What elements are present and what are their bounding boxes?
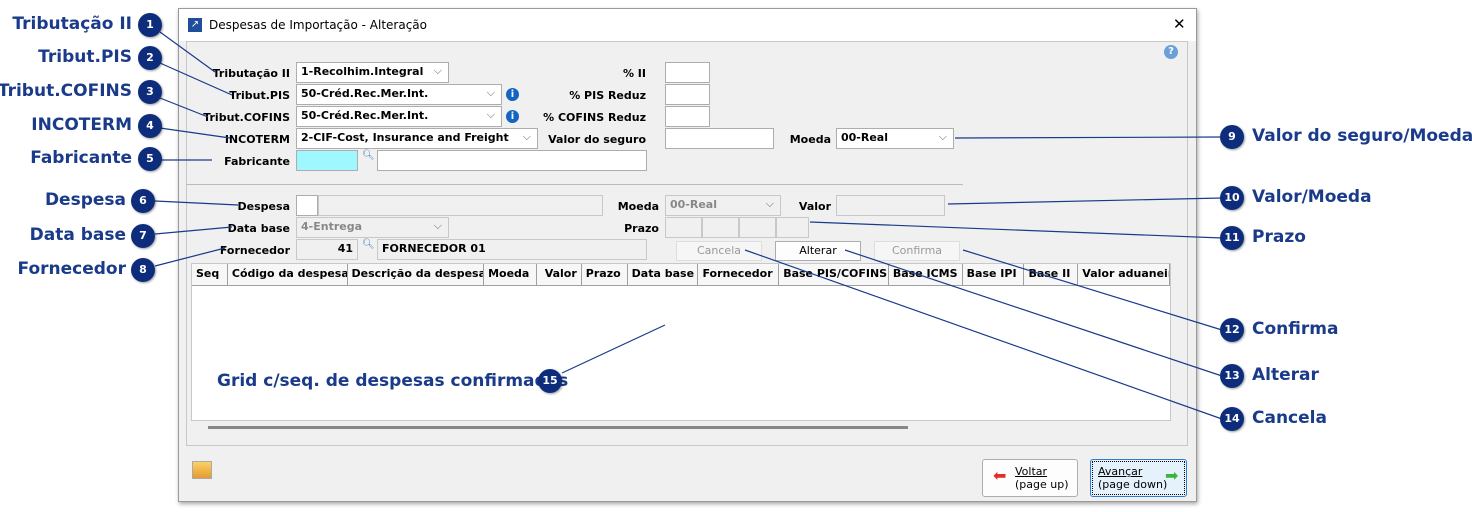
callout-badge-4: 4	[138, 114, 162, 138]
callout-badge-13: 13	[1220, 364, 1244, 388]
callout-text-4: INCOTERM	[31, 115, 132, 135]
callout-text-2: Tribut.PIS	[38, 47, 132, 67]
callout-lines	[154, 31, 1223, 420]
callout-text-12: Confirma	[1252, 319, 1339, 339]
callout-badge-1: 1	[138, 13, 162, 37]
callout-text-15: Grid c/seq. de despesas confirmadas	[217, 371, 569, 391]
callout-text-1: Tributação II	[12, 14, 132, 34]
callout-text-5: Fabricante	[30, 148, 132, 168]
callout-badge-15: 15	[538, 369, 562, 393]
callout-badge-11: 11	[1220, 226, 1244, 250]
callout-text-13: Alterar	[1252, 365, 1319, 385]
callout-badge-9: 9	[1220, 125, 1244, 149]
callout-badge-7: 7	[131, 224, 155, 248]
callout-badge-10: 10	[1220, 186, 1244, 210]
callout-text-3: Tribut.COFINS	[0, 81, 132, 101]
callout-text-8: Fornecedor	[17, 259, 126, 279]
callout-badge-14: 14	[1220, 407, 1244, 431]
callout-badge-8: 8	[131, 258, 155, 282]
callout-badge-2: 2	[138, 46, 162, 70]
callout-badge-12: 12	[1220, 318, 1244, 342]
callout-text-6: Despesa	[44, 190, 126, 210]
callout-badge-3: 3	[138, 80, 162, 104]
callout-text-14: Cancela	[1252, 408, 1327, 428]
callout-badge-6: 6	[131, 189, 155, 213]
callout-badge-5: 5	[138, 147, 162, 171]
callout-text-7: Data base	[29, 225, 126, 245]
callout-text-10: Valor/Moeda	[1252, 187, 1372, 207]
callout-text-11: Prazo	[1252, 227, 1306, 247]
callout-text-9: Valor do seguro/Moeda	[1252, 126, 1472, 146]
